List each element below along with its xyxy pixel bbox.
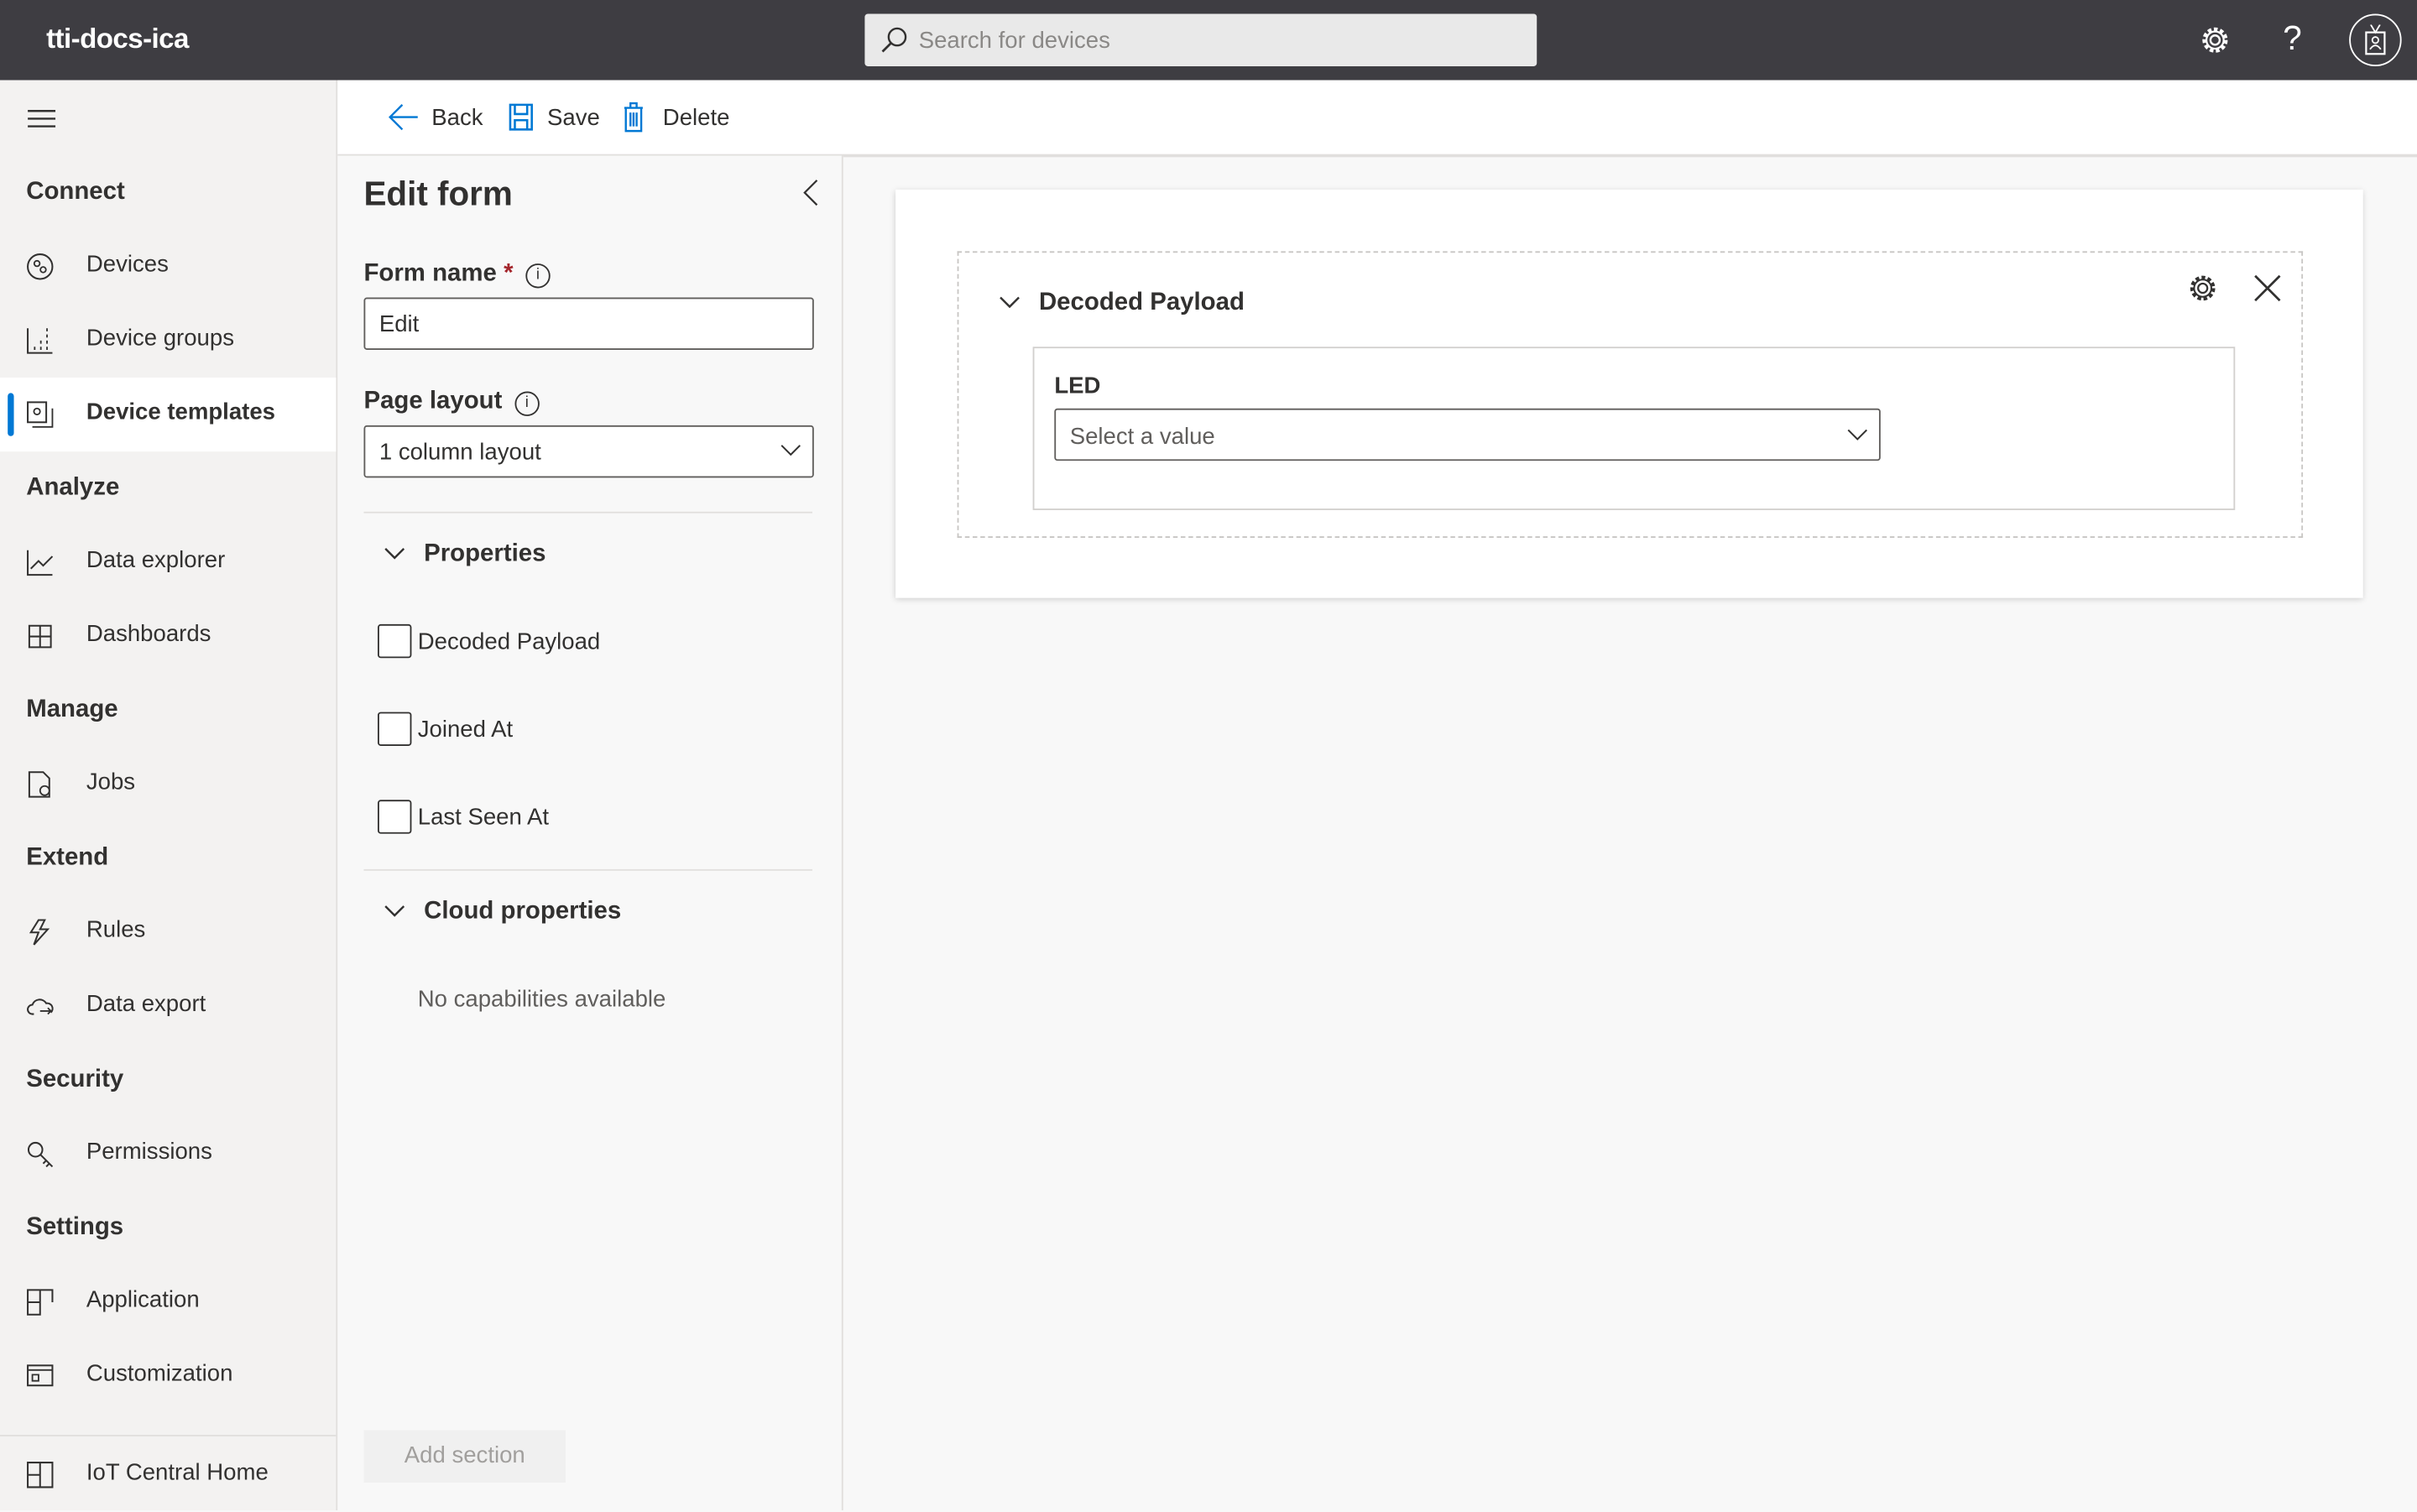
sidebar-item-application[interactable]: Application	[0, 1265, 336, 1339]
sidebar-item-jobs[interactable]: Jobs	[0, 748, 336, 821]
sidebar-item-permissions[interactable]: Permissions	[0, 1118, 336, 1191]
avatar-badge-icon	[2365, 24, 2386, 55]
chevron-down-icon	[1847, 429, 1867, 441]
edit-form-panel: Edit form Form name * i Edit Page layout i…	[337, 155, 843, 1510]
home-grid-icon	[27, 1462, 54, 1489]
line-chart-icon	[27, 550, 54, 576]
form-name-input[interactable]: Edit	[363, 297, 814, 350]
customization-icon	[27, 1364, 54, 1387]
form-section: Decoded Payload LED Select a value	[957, 251, 2304, 539]
command-bar: Back Save Delete	[337, 80, 2417, 158]
chevron-down-icon	[384, 548, 405, 560]
form-preview-card: Decoded Payload LED Select a value	[895, 189, 2363, 598]
checkbox[interactable]	[377, 800, 412, 834]
sidebar-item-dashboards[interactable]: Dashboards	[0, 599, 336, 673]
sidebar: Connect Devices Device groups Device tem…	[0, 80, 338, 1512]
sidebar-item-customization[interactable]: Customization	[0, 1339, 336, 1413]
section-analyze: Analyze	[26, 474, 120, 501]
checkbox[interactable]	[377, 623, 412, 659]
sidebar-divider	[0, 1434, 337, 1436]
sidebar-item-data-explorer[interactable]: Data explorer	[0, 525, 336, 599]
device-templates-icon	[27, 401, 54, 428]
panel-title: Edit form	[363, 174, 513, 213]
chevron-down-icon[interactable]	[999, 296, 1021, 309]
back-arrow-icon	[389, 104, 418, 131]
info-icon[interactable]: i	[525, 263, 551, 289]
search-icon	[881, 27, 907, 53]
required-mark: *	[504, 260, 514, 287]
divider	[363, 868, 812, 871]
device-groups-icon	[27, 328, 53, 354]
jobs-icon	[28, 771, 50, 798]
page-layout-label: Page layout i	[363, 388, 540, 416]
search-input[interactable]: Search for devices	[864, 13, 1537, 66]
rules-icon	[29, 919, 50, 946]
sidebar-item-device-templates[interactable]: Device templates	[0, 377, 337, 452]
search-placeholder: Search for devices	[918, 28, 1110, 55]
form-name-label: Form name * i	[363, 260, 551, 289]
gear-icon[interactable]	[2187, 273, 2218, 304]
sidebar-item-devices[interactable]: Devices	[0, 230, 336, 304]
sidebar-item-iot-central-home[interactable]: IoT Central Home	[0, 1438, 336, 1512]
page-layout-dropdown[interactable]: 1 column layout	[363, 425, 814, 478]
section-settings: Settings	[26, 1214, 124, 1241]
section-connect: Connect	[26, 179, 125, 206]
devices-icon	[27, 253, 54, 280]
divider	[363, 511, 812, 514]
led-dropdown[interactable]: Select a value	[1054, 408, 1881, 461]
section-manage: Manage	[26, 696, 118, 723]
sidebar-item-device-groups[interactable]: Device groups	[0, 304, 336, 378]
app-title[interactable]: tti-docs-ica	[46, 23, 189, 56]
add-section-button[interactable]: Add section	[363, 1430, 566, 1483]
sidebar-item-rules[interactable]: Rules	[0, 895, 336, 969]
section-extend: Extend	[26, 844, 109, 871]
help-icon[interactable]: ?	[2283, 18, 2302, 59]
section-security: Security	[26, 1066, 124, 1093]
key-icon	[27, 1141, 54, 1168]
field-tile: LED Select a value	[1032, 347, 2236, 510]
trash-icon	[624, 102, 643, 133]
close-icon[interactable]	[2253, 274, 2281, 302]
save-icon	[509, 103, 533, 131]
section-title: Decoded Payload	[1038, 289, 1245, 316]
hamburger-menu-icon[interactable]	[28, 109, 56, 128]
cloud-export-icon	[27, 998, 54, 1015]
empty-state-text: No capabilities available	[417, 986, 666, 1013]
field-label: LED	[1054, 373, 1101, 399]
chevron-down-icon	[384, 905, 405, 917]
info-icon[interactable]: i	[514, 391, 540, 416]
collapse-panel-icon[interactable]	[803, 179, 818, 206]
avatar-button[interactable]	[2349, 13, 2402, 66]
dashboard-icon	[28, 624, 52, 649]
chevron-down-icon	[780, 445, 801, 456]
top-bar: tti-docs-ica Search for devices ?	[0, 0, 2417, 81]
application-icon	[27, 1289, 54, 1316]
checkbox[interactable]	[377, 712, 412, 746]
gear-icon[interactable]	[2200, 24, 2231, 55]
sidebar-item-data-export[interactable]: Data export	[0, 969, 336, 1043]
